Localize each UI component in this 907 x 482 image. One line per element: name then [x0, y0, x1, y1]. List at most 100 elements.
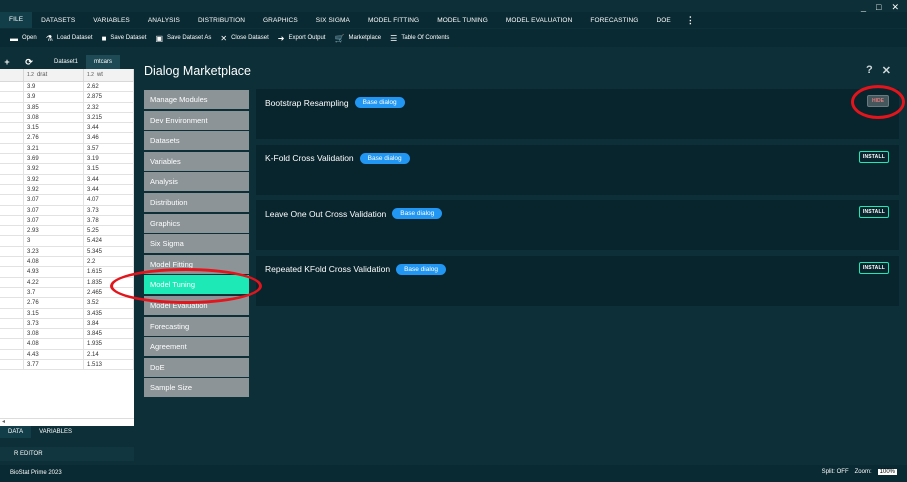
table-row[interactable]: 3.77 1.513: [0, 360, 134, 371]
cell-drat[interactable]: 2.76: [24, 298, 84, 308]
nav-item-graphics[interactable]: Graphics: [144, 213, 249, 233]
menu-graphics[interactable]: GRAPHICS: [254, 17, 307, 24]
save-dataset-as-button[interactable]: ▣ Save Dataset As: [155, 34, 211, 43]
nav-item-model-evaluation[interactable]: Model Evaluation: [144, 295, 249, 315]
menu-file[interactable]: FILE: [0, 12, 33, 28]
cell-drat[interactable]: 3.21: [24, 143, 84, 154]
cell-wt[interactable]: 5.424: [84, 236, 134, 246]
close-dialog-icon[interactable]: ✕: [882, 64, 891, 77]
cell-drat[interactable]: 3.9: [24, 92, 84, 102]
nav-item-agreement[interactable]: Agreement: [144, 337, 249, 357]
cell-drat[interactable]: 4.43: [24, 349, 84, 360]
cell-wt[interactable]: 3.215: [84, 112, 134, 123]
table-row[interactable]: 3.85 2.32: [0, 102, 134, 113]
cell-wt[interactable]: 2.14: [84, 349, 134, 360]
cell-drat[interactable]: 3.15: [24, 308, 84, 318]
cell-drat[interactable]: 3.69: [24, 154, 84, 164]
cell-wt[interactable]: 3.84: [84, 318, 134, 329]
table-row[interactable]: 3.7 2.465: [0, 287, 134, 299]
cell-wt[interactable]: 3.44: [84, 174, 134, 184]
cell-wt[interactable]: 3.73: [84, 205, 134, 215]
cell-drat[interactable]: 3.23: [24, 246, 84, 257]
hide-button[interactable]: HIDE: [867, 95, 889, 107]
menu-six-sigma[interactable]: SIX SIGMA: [307, 17, 359, 24]
tab-data[interactable]: DATA: [0, 426, 32, 438]
table-row[interactable]: 2.76 3.46: [0, 133, 134, 144]
cell-wt[interactable]: 3.78: [84, 215, 134, 226]
nav-item-manage-modules[interactable]: Manage Modules: [144, 90, 249, 109]
menu-model-fitting[interactable]: MODEL FITTING: [359, 17, 428, 24]
menu-datasets[interactable]: DATASETS: [32, 17, 84, 24]
nav-item-forecasting[interactable]: Forecasting: [144, 316, 249, 336]
cell-wt[interactable]: 3.845: [84, 329, 134, 339]
table-row[interactable]: 3 5.424: [0, 236, 134, 247]
cell-wt[interactable]: 1.615: [84, 267, 134, 277]
cell-wt[interactable]: 2.465: [84, 287, 134, 298]
nav-item-doe[interactable]: DoE: [144, 357, 249, 377]
export-output-button[interactable]: ➜ Export Output: [278, 34, 326, 43]
table-row[interactable]: 4.93 1.615: [0, 267, 134, 278]
cell-wt[interactable]: 1.835: [84, 277, 134, 287]
cell-drat[interactable]: 3.92: [24, 174, 84, 184]
save-dataset-button[interactable]: ■ Save Dataset: [102, 34, 147, 43]
table-row[interactable]: 3.07 3.78: [0, 215, 134, 227]
cell-wt[interactable]: 5.25: [84, 226, 134, 236]
cell-wt[interactable]: 3.435: [84, 308, 134, 318]
table-row[interactable]: 3.15 3.435: [0, 308, 134, 319]
table-row[interactable]: 3.69 3.19: [0, 154, 134, 165]
table-row[interactable]: 3.23 5.345: [0, 246, 134, 258]
cell-drat[interactable]: 3.9: [24, 82, 84, 92]
cell-drat[interactable]: 3.08: [24, 329, 84, 339]
help-icon[interactable]: ?: [866, 64, 873, 77]
nav-item-six-sigma[interactable]: Six Sigma: [144, 234, 249, 254]
menu-model-tuning[interactable]: MODEL TUNING: [428, 17, 497, 24]
cell-drat[interactable]: 4.08: [24, 257, 84, 267]
menu-forecasting[interactable]: FORECASTING: [581, 17, 647, 24]
install-button[interactable]: INSTALL: [858, 261, 889, 274]
cell-drat[interactable]: 3.07: [24, 215, 84, 226]
cell-wt[interactable]: 2.32: [84, 102, 134, 112]
horizontal-scrollbar[interactable]: ◂: [0, 418, 134, 426]
marketplace-button[interactable]: 🛒 Marketplace: [334, 34, 381, 43]
cell-drat[interactable]: 3.15: [24, 123, 84, 133]
install-button[interactable]: INSTALL: [858, 150, 889, 163]
table-row[interactable]: 3.21 3.57: [0, 143, 134, 155]
more-menu-icon[interactable]: ⋮: [680, 15, 701, 26]
nav-item-analysis[interactable]: Analysis: [144, 172, 249, 192]
table-row[interactable]: 4.43 2.14: [0, 349, 134, 361]
cell-drat[interactable]: 2.76: [24, 133, 84, 143]
cell-wt[interactable]: 1.935: [84, 339, 134, 349]
nav-item-distribution[interactable]: Distribution: [144, 192, 249, 212]
cell-wt[interactable]: 5.345: [84, 246, 134, 257]
cell-drat[interactable]: 3: [24, 236, 84, 246]
refresh-icon[interactable]: ⟳: [22, 57, 36, 68]
r-editor-button[interactable]: R EDITOR: [0, 447, 134, 461]
zoom-level[interactable]: 100%: [877, 469, 897, 475]
table-row[interactable]: 4.08 1.935: [0, 339, 134, 350]
scroll-left-icon[interactable]: ◂: [2, 419, 5, 425]
nav-item-model-tuning[interactable]: Model Tuning: [144, 275, 249, 295]
tab-variables[interactable]: VARIABLES: [31, 426, 80, 438]
cell-wt[interactable]: 4.07: [84, 195, 134, 205]
menu-model-evaluation[interactable]: MODEL EVALUATION: [497, 17, 582, 24]
cell-wt[interactable]: 3.57: [84, 143, 134, 154]
table-row[interactable]: 3.92 3.15: [0, 164, 134, 175]
menu-analysis[interactable]: ANALYSIS: [139, 17, 189, 24]
cell-drat[interactable]: 4.08: [24, 339, 84, 349]
cell-drat[interactable]: 4.93: [24, 267, 84, 277]
cell-drat[interactable]: 3.73: [24, 318, 84, 329]
cell-wt[interactable]: 3.19: [84, 154, 134, 164]
table-row[interactable]: 3.08 3.215: [0, 112, 134, 124]
cell-wt[interactable]: 3.52: [84, 298, 134, 308]
cell-wt[interactable]: 2.62: [84, 82, 134, 92]
open-button[interactable]: ▬ Open: [10, 34, 37, 43]
table-of-contents-button[interactable]: ☰ Table Of Contents: [390, 34, 449, 43]
table-row[interactable]: 3.08 3.845: [0, 329, 134, 340]
cell-wt[interactable]: 2.2: [84, 257, 134, 267]
tab-dataset1[interactable]: Dataset1: [46, 55, 86, 69]
table-row[interactable]: 2.93 5.25: [0, 226, 134, 237]
table-row[interactable]: 3.73 3.84: [0, 318, 134, 330]
table-row[interactable]: 3.07 4.07: [0, 195, 134, 206]
cell-wt[interactable]: 1.513: [84, 360, 134, 370]
nav-item-dev-environment[interactable]: Dev Environment: [144, 110, 249, 130]
